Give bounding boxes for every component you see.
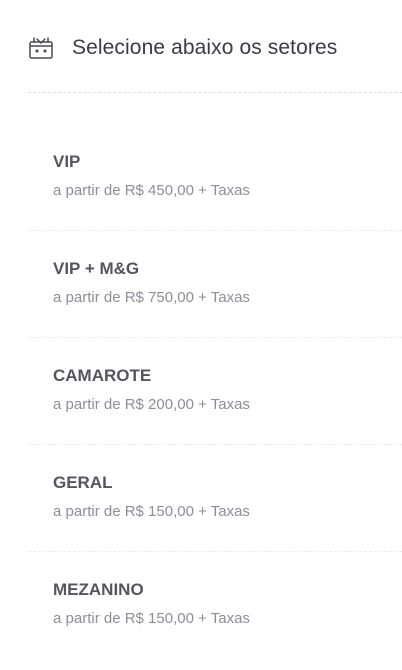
- sector-name: VIP: [53, 152, 81, 171]
- header-divider: [28, 92, 402, 93]
- ticket-basket-icon: [28, 35, 54, 61]
- sector-price: a partir de R$ 450,00 + Taxas: [53, 182, 250, 199]
- sector-list: VIP a partir de R$ 450,00 + Taxas VIP + …: [28, 124, 402, 659]
- sector-name: VIP + M&G: [53, 259, 140, 278]
- sector-item-camarote[interactable]: CAMAROTE a partir de R$ 200,00 + Taxas: [28, 338, 402, 445]
- sector-item-mezanino[interactable]: MEZANINO a partir de R$ 150,00 + Taxas: [28, 552, 402, 659]
- sectors-header: Selecione abaixo os setores: [28, 32, 402, 64]
- sector-price: a partir de R$ 200,00 + Taxas: [53, 396, 250, 413]
- sector-price: a partir de R$ 750,00 + Taxas: [53, 289, 250, 306]
- page-title: Selecione abaixo os setores: [72, 36, 338, 59]
- sector-price: a partir de R$ 150,00 + Taxas: [53, 503, 250, 520]
- sector-name: GERAL: [53, 473, 113, 492]
- sector-name: MEZANINO: [53, 580, 144, 599]
- sector-item-geral[interactable]: GERAL a partir de R$ 150,00 + Taxas: [28, 445, 402, 552]
- sector-name: CAMAROTE: [53, 366, 152, 385]
- sector-price: a partir de R$ 150,00 + Taxas: [53, 610, 250, 627]
- sector-item-vip-mg[interactable]: VIP + M&G a partir de R$ 750,00 + Taxas: [28, 231, 402, 338]
- sector-item-vip[interactable]: VIP a partir de R$ 450,00 + Taxas: [28, 124, 402, 231]
